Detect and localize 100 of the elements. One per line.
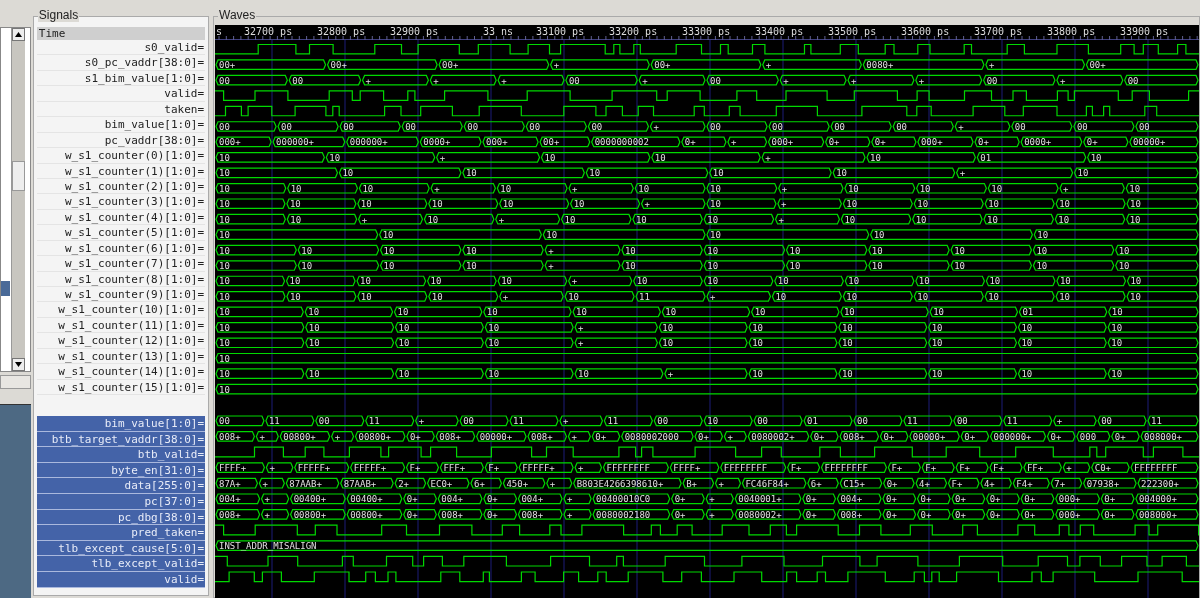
wave-value: 11 [906,416,918,427]
hierarchy-tree-panel[interactable] [0,27,31,372]
wave-value: 10 [430,276,442,287]
wave-value: 10 [465,261,477,271]
wave-value: 00 [292,75,304,86]
signal-name[interactable]: tlb_except_valid= [36,556,205,572]
wave-value: 0000000002 [594,137,649,148]
wave-value: 10 [871,245,883,256]
signal-name[interactable]: w_s1_counter(10)[1:0]= [36,302,205,318]
wave-value: 00 [467,121,479,132]
wave-value: 10 [917,291,929,302]
wave-value: 10 [397,307,409,318]
wave-value: 0+ [955,509,966,520]
wave-value: 10 [488,369,500,380]
wave-value: 00 [1138,121,1150,132]
signal-name[interactable]: s0_valid= [36,40,205,56]
wave-value: 10 [1059,276,1071,287]
wave-value: F+ [488,463,500,474]
wave-value: + [498,214,505,225]
wave-value: 10 [219,152,230,163]
signal-name[interactable]: w_s1_counter(7)[1:0]= [36,256,205,272]
wave-value: 10 [707,276,719,287]
wave-value: + [334,431,341,442]
wave-value: 00 [343,121,354,132]
wave-value: FC46F84+ [745,478,789,489]
wave-value: 008+ [219,431,241,442]
wave-value: 00 [281,121,292,132]
wave-value: + [434,183,440,194]
signal-name[interactable]: s0_pc_vaddr[38:0]= [36,55,205,71]
signal-name[interactable]: w_s1_counter(11)[1:0]= [36,317,205,334]
wave-value: 10 [654,152,666,163]
wave-value: 4+ [919,478,930,489]
wave-value: C15+ [843,478,865,489]
wave-value: 0+ [989,494,1001,505]
wave-value: 00 [318,416,330,427]
wave-value: + [1059,75,1066,86]
signal-name[interactable]: w_s1_counter(8)[1:0]= [36,271,205,287]
signal-name[interactable]: w_s1_counter(15)[1:0]= [36,379,205,396]
wave-value: 10 [933,307,945,318]
signal-name[interactable]: bim_value[1:0]= [36,117,205,133]
signal-name[interactable]: w_s1_counter(6)[1:0]= [36,240,205,257]
signal-name[interactable]: valid= [36,86,205,102]
signal-name[interactable]: pc_vaddr[38:0]= [36,132,205,149]
waveform-view[interactable] [215,25,1199,598]
signal-name[interactable]: w_s1_counter(13)[1:0]= [36,348,205,365]
wave-value: 00 [219,121,230,132]
wave-value: 10 [870,152,881,163]
wave-value: 10 [707,214,719,225]
wave-value: 00+ [330,60,347,71]
time-label: 33300 ps [682,26,731,37]
wave-value: 10 [488,338,500,349]
signal-name[interactable]: w_s1_counter(4)[1:0]= [36,209,205,226]
signal-name[interactable]: w_s1_counter(0)[1:0]= [36,148,205,164]
signal-name[interactable]: pc[37:0]= [36,494,205,510]
wave-value: 10 [710,183,721,194]
time-label: 33100 ps [536,26,585,37]
signal-name[interactable]: btb_valid= [36,447,205,463]
wave-value: + [642,75,648,86]
wave-value: + [502,291,509,302]
wave-value: 6+ [810,478,822,489]
wave-value: 11 [1006,416,1018,427]
signal-name[interactable]: w_s1_counter(1)[1:0]= [36,163,205,179]
wave-value: + [765,152,771,163]
signal-name[interactable]: w_s1_counter(5)[1:0]= [36,225,205,241]
wave-value: 10 [219,168,230,179]
wave-value: 0080002+ [751,431,795,442]
wave-value: 10 [1059,291,1070,302]
wave-value: + [548,245,554,256]
wave-value: 00 [896,121,908,132]
wave-value: FFFF+ [219,463,247,474]
scroll-up-icon[interactable] [12,28,25,41]
scroll-thumb[interactable] [12,161,25,191]
wave-value: 008+ [439,431,461,442]
signal-name[interactable]: pred_taken= [36,525,205,541]
signal-name[interactable]: s1_bim_value[1:0]= [36,70,205,87]
wave-value: 10 [752,369,763,380]
signal-name[interactable]: w_s1_counter(12)[1:0]= [36,333,205,349]
wave-value: 10 [919,183,931,194]
wave-value: 10 [710,230,721,241]
signal-name[interactable]: valid= [36,572,205,588]
signal-name[interactable]: w_s1_counter(9)[1:0]= [36,287,205,303]
wave-value: 00000+ [1132,137,1166,148]
wave-value: + [727,431,733,442]
scrollbar[interactable] [11,28,25,371]
signal-name[interactable]: bim_value[1:0]= [36,416,205,432]
signal-name[interactable]: w_s1_counter(2)[1:0]= [36,178,205,195]
signal-name[interactable]: w_s1_counter(3)[1:0]= [36,194,205,210]
wave-value: 00 [710,121,721,132]
wave-value: 11 [368,416,380,427]
signal-name[interactable]: taken= [36,101,205,118]
wave-value: 10 [1036,245,1048,256]
wave-value: 10 [398,369,410,380]
signal-name[interactable]: data[255:0]= [36,478,205,495]
time-label: 32700 ps [244,26,293,37]
wave-value: 10 [219,230,230,241]
signal-name[interactable]: w_s1_counter(14)[1:0]= [36,364,205,380]
wave-value: 10 [431,291,443,302]
wave-value: 00 [1014,121,1026,132]
wave-value: 00 [219,75,230,86]
scroll-down-icon[interactable] [12,358,25,371]
